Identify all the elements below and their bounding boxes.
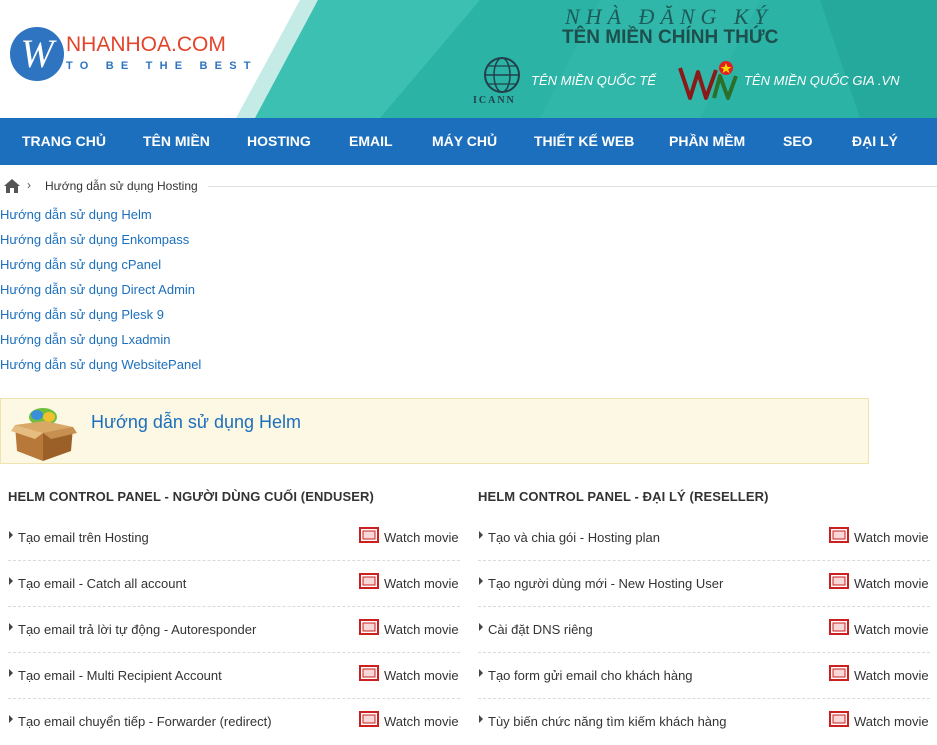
nav-item-email[interactable]: EMAIL — [349, 118, 393, 165]
film-icon[interactable] — [829, 527, 849, 543]
guide-link-plesk[interactable]: Hướng dẫn sử dụng Plesk 9 — [0, 307, 201, 332]
watch-movie-link[interactable]: Watch movie — [384, 576, 459, 591]
film-icon[interactable] — [359, 711, 379, 727]
guide-link-helm[interactable]: Hướng dẫn sử dụng Helm — [0, 207, 201, 232]
banner-background — [236, 0, 937, 118]
nav-item-domain[interactable]: TÊN MIỀN — [143, 118, 210, 165]
list-item: Cài đặt DNS riêng Watch movie — [478, 607, 930, 653]
list-item-label[interactable]: Tạo người dùng mới - New Hosting User — [488, 576, 723, 591]
vnnic-logo-icon — [678, 61, 738, 100]
guide-link-websitepanel[interactable]: Hướng dẫn sử dụng WebsitePanel — [0, 357, 201, 382]
home-icon[interactable] — [4, 179, 20, 193]
nav-item-home[interactable]: TRANG CHỦ — [22, 118, 106, 165]
film-icon[interactable] — [359, 527, 379, 543]
list-item-label[interactable]: Tùy biến chức năng tìm kiếm khách hàng — [488, 714, 727, 729]
list-item-label[interactable]: Tạo email trả lời tự động - Autoresponde… — [18, 622, 256, 637]
film-icon[interactable] — [829, 665, 849, 681]
breadcrumb: › Hướng dẫn sử dụng Hosting — [0, 176, 937, 198]
nav-item-reseller[interactable]: ĐẠI LÝ — [852, 118, 898, 165]
arrow-right-icon — [9, 531, 13, 539]
guide-link-cpanel[interactable]: Hướng dẫn sử dụng cPanel — [0, 257, 201, 282]
divider — [208, 186, 937, 187]
section-title: Hướng dẫn sử dụng Helm — [91, 412, 302, 432]
arrow-right-icon — [479, 531, 483, 539]
breadcrumb-current: Hướng dẫn sử dụng Hosting — [45, 179, 198, 193]
chevron-right-icon: › — [27, 178, 31, 192]
list-item-label[interactable]: Tạo email chuyển tiếp - Forwarder (redir… — [18, 714, 272, 729]
arrow-right-icon — [479, 577, 483, 585]
main-nav: TRANG CHỦ TÊN MIỀN HOSTING EMAIL MÁY CHỦ… — [0, 118, 937, 165]
column-title: HELM CONTROL PANEL - ĐẠI LÝ (RESELLER) — [478, 489, 769, 504]
list-item: Tạo email chuyển tiếp - Forwarder (redir… — [8, 699, 460, 745]
watch-movie-link[interactable]: Watch movie — [854, 622, 929, 637]
watch-movie-link[interactable]: Watch movie — [854, 530, 929, 545]
section-header: Hướng dẫn sử dụng Helm — [0, 398, 869, 464]
list-item-label[interactable]: Tạo email - Multi Recipient Account — [18, 668, 222, 683]
arrow-right-icon — [9, 623, 13, 631]
national-domain-label: TÊN MIỀN QUỐC GIA .VN — [744, 73, 900, 88]
watch-movie-link[interactable]: Watch movie — [384, 622, 459, 637]
list-item: Tạo email trả lời tự động - Autoresponde… — [8, 607, 460, 653]
list-item: Tạo và chia gói - Hosting plan Watch mov… — [478, 515, 930, 561]
film-icon[interactable] — [829, 619, 849, 635]
list-item: Tùy biến chức năng tìm kiếm khách hàng W… — [478, 699, 930, 745]
list-item: Tạo email - Catch all account Watch movi… — [8, 561, 460, 607]
package-box-icon — [11, 408, 77, 461]
list-item-label[interactable]: Cài đặt DNS riêng — [488, 622, 593, 637]
list-item-label[interactable]: Tạo form gửi email cho khách hàng — [488, 668, 693, 683]
nav-item-seo[interactable]: SEO — [783, 118, 813, 165]
arrow-right-icon — [9, 669, 13, 677]
film-icon[interactable] — [829, 711, 849, 727]
arrow-right-icon — [479, 623, 483, 631]
nav-item-hosting[interactable]: HOSTING — [247, 118, 311, 165]
list-item-label[interactable]: Tạo và chia gói - Hosting plan — [488, 530, 660, 545]
list-item: Tạo email - Multi Recipient Account Watc… — [8, 653, 460, 699]
film-icon[interactable] — [359, 665, 379, 681]
list-item: Tạo form gửi email cho khách hàng Watch … — [478, 653, 930, 699]
logo-tagline: TO BE THE BEST — [66, 60, 258, 72]
logo-name[interactable]: NHANHOA.COM — [66, 33, 226, 57]
registrar-subheading: TÊN MIỀN CHÍNH THỨC — [562, 27, 779, 48]
header-banner: W NHANHOA.COM TO BE THE BEST NHÀ ĐĂNG KÝ… — [0, 0, 937, 118]
watch-movie-link[interactable]: Watch movie — [854, 576, 929, 591]
watch-movie-link[interactable]: Watch movie — [384, 668, 459, 683]
film-icon[interactable] — [359, 619, 379, 635]
intl-domain-label: TÊN MIỀN QUỐC TẾ — [531, 73, 656, 88]
nav-item-server[interactable]: MÁY CHỦ — [432, 118, 497, 165]
nav-item-web-design[interactable]: THIẾT KẾ WEB — [534, 118, 634, 165]
guide-link-enkompass[interactable]: Hướng dẫn sử dụng Enkompass — [0, 232, 201, 257]
film-icon[interactable] — [359, 573, 379, 589]
arrow-right-icon — [9, 577, 13, 585]
column-title: HELM CONTROL PANEL - NGƯỜI DÙNG CUỐI (EN… — [8, 489, 374, 504]
logo-mark[interactable]: W — [10, 27, 64, 81]
reseller-column: HELM CONTROL PANEL - ĐẠI LÝ (RESELLER) T… — [478, 488, 930, 745]
arrow-right-icon — [479, 715, 483, 723]
icann-label: ICANN — [473, 95, 516, 106]
arrow-right-icon — [9, 715, 13, 723]
arrow-right-icon — [479, 669, 483, 677]
watch-movie-link[interactable]: Watch movie — [384, 714, 459, 729]
list-item-label[interactable]: Tạo email trên Hosting — [18, 530, 149, 545]
enduser-column: HELM CONTROL PANEL - NGƯỜI DÙNG CUỐI (EN… — [8, 488, 460, 745]
watch-movie-link[interactable]: Watch movie — [854, 668, 929, 683]
guide-link-directadmin[interactable]: Hướng dẫn sử dụng Direct Admin — [0, 282, 201, 307]
list-item: Tạo email trên Hosting Watch movie — [8, 515, 460, 561]
list-item-label[interactable]: Tạo email - Catch all account — [18, 576, 186, 591]
list-item: Tạo người dùng mới - New Hosting User Wa… — [478, 561, 930, 607]
watch-movie-link[interactable]: Watch movie — [854, 714, 929, 729]
nav-item-software[interactable]: PHẦN MỀM — [669, 118, 745, 165]
film-icon[interactable] — [829, 573, 849, 589]
guide-link-lxadmin[interactable]: Hướng dẫn sử dụng Lxadmin — [0, 332, 201, 357]
watch-movie-link[interactable]: Watch movie — [384, 530, 459, 545]
guide-link-list: Hướng dẫn sử dụng Helm Hướng dẫn sử dụng… — [0, 207, 201, 382]
